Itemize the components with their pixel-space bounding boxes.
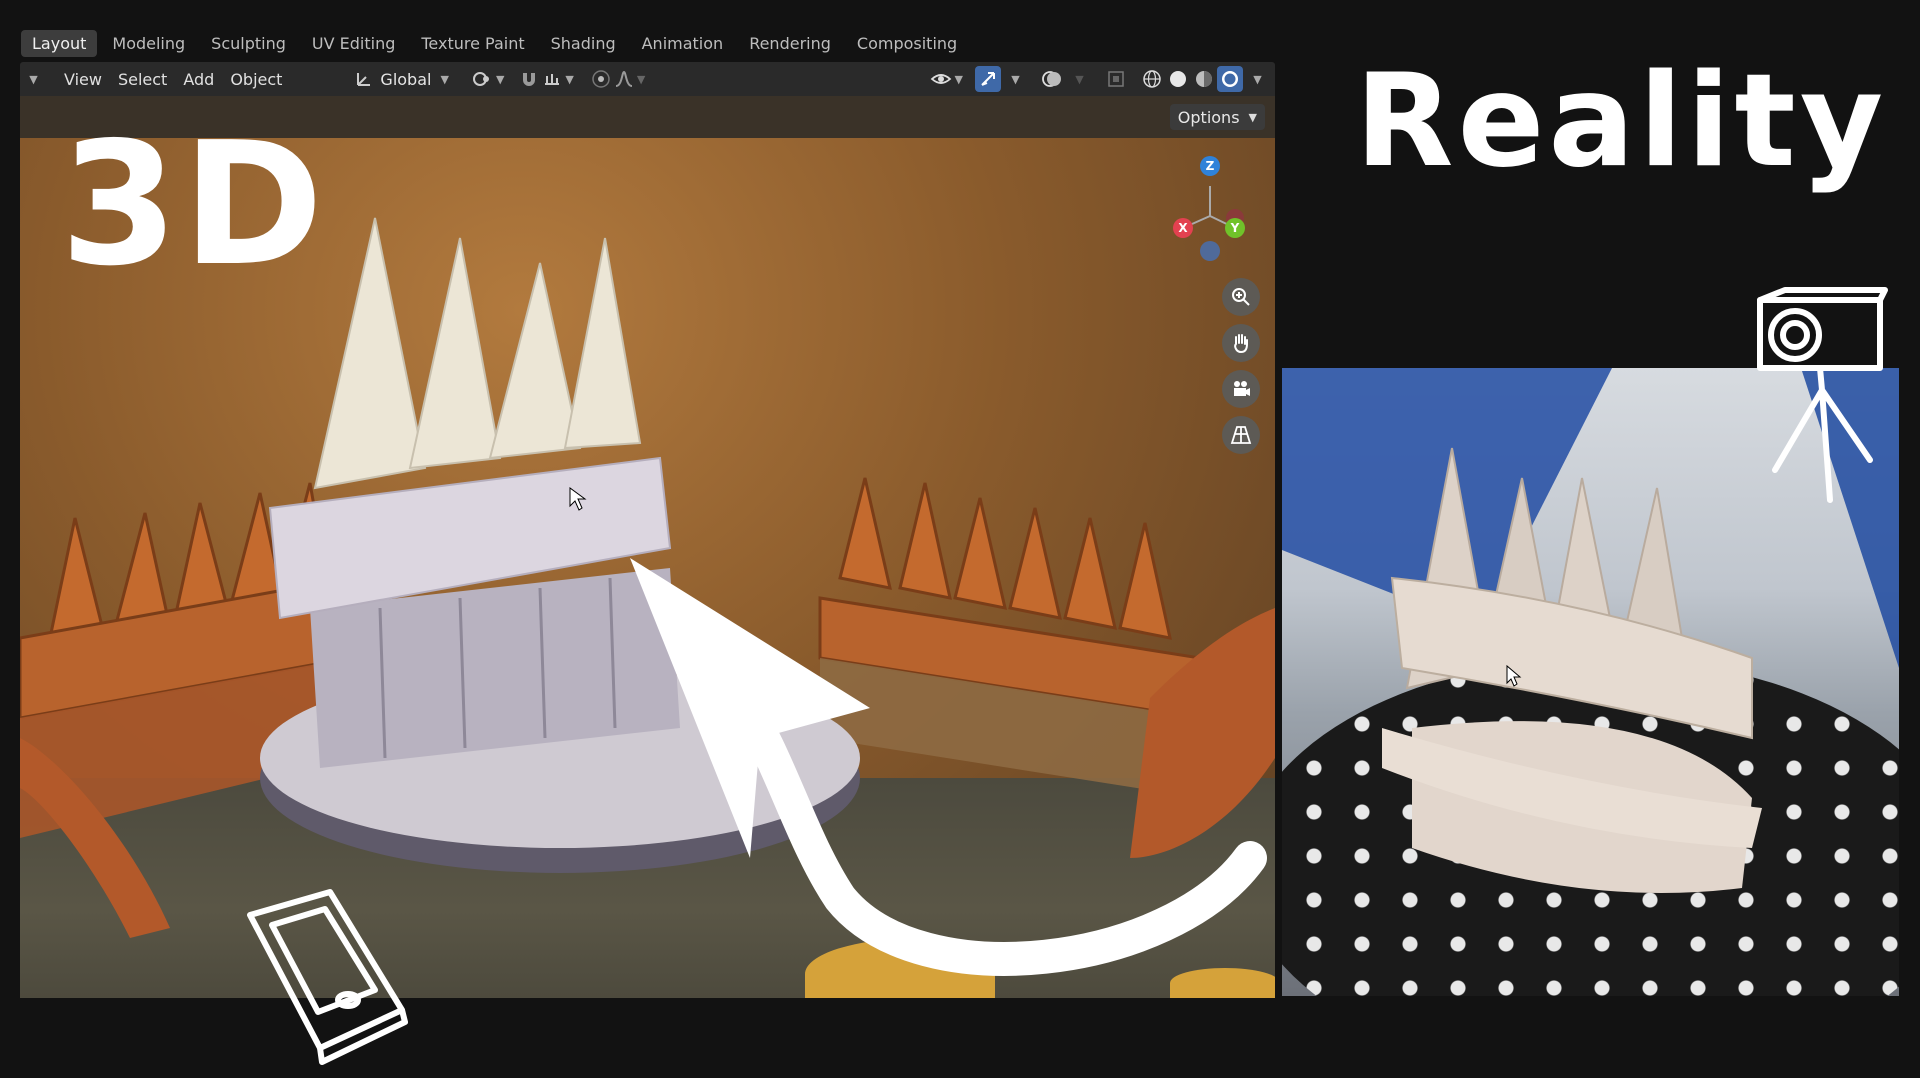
tab-rendering[interactable]: Rendering: [738, 30, 842, 57]
shading-solid-button[interactable]: [1165, 66, 1191, 92]
chevron-down-icon: ▼: [440, 72, 449, 86]
axis-x-handle[interactable]: X: [1173, 218, 1193, 238]
options-label: Options: [1177, 107, 1240, 127]
axis-y-handle[interactable]: Y: [1225, 218, 1245, 238]
orientation-label: Global: [380, 69, 432, 89]
tab-shading[interactable]: Shading: [540, 30, 627, 57]
eye-icon: [930, 74, 951, 84]
chevron-down-icon: ▼: [29, 72, 38, 86]
axis-neg-z-handle[interactable]: [1200, 241, 1220, 261]
title-reality: Reality: [1355, 47, 1888, 196]
proportional-editing-toggle[interactable]: [588, 66, 614, 92]
axis-z-handle[interactable]: Z: [1200, 156, 1220, 176]
falloff-curve-icon: [615, 70, 633, 87]
snap-increment-icon: [545, 74, 560, 85]
shading-wireframe-button[interactable]: [1139, 66, 1165, 92]
pivot-point-dropdown[interactable]: ▼: [471, 66, 504, 92]
editor-type-dropdown[interactable]: ▼: [22, 66, 42, 92]
workspace-tabs: Layout Modeling Sculpting UV Editing Tex…: [21, 28, 968, 58]
show-overlays-toggle[interactable]: [1039, 66, 1065, 92]
tab-texture-paint[interactable]: Texture Paint: [410, 30, 535, 57]
menu-view[interactable]: View: [56, 67, 110, 92]
tab-layout[interactable]: Layout: [21, 29, 98, 57]
tab-animation[interactable]: Animation: [631, 30, 735, 57]
transform-orientation-dropdown[interactable]: Global ▼: [348, 66, 455, 92]
shading-rendered-button[interactable]: [1217, 66, 1243, 92]
menu-add[interactable]: Add: [175, 67, 222, 92]
overlays-icon: [1042, 71, 1061, 87]
show-gizmo-toggle[interactable]: [975, 66, 1001, 92]
viewport-header: ▼ View Select Add Object Global ▼ ▼ ▼ ▼ …: [20, 62, 1275, 96]
zoom-icon: [1232, 288, 1250, 306]
chevron-down-icon: ▼: [954, 72, 963, 86]
xray-icon: [1108, 71, 1124, 87]
chevron-down-icon: ▼: [1253, 72, 1262, 86]
shading-material-button[interactable]: [1191, 66, 1217, 92]
solid-sphere-icon: [1170, 71, 1186, 87]
gizmo-icon: [981, 72, 995, 86]
proportional-edit-icon: [592, 70, 610, 88]
chevron-down-icon: ▼: [1075, 72, 1084, 86]
rendered-sphere-icon: [1222, 71, 1238, 87]
gizmo-dropdown[interactable]: ▼: [1001, 66, 1027, 92]
material-sphere-icon: [1196, 71, 1212, 87]
chevron-down-icon: ▼: [495, 72, 505, 86]
chevron-down-icon: ▼: [1011, 72, 1020, 86]
snap-toggle[interactable]: [516, 66, 542, 92]
pivot-icon: [472, 72, 489, 86]
tab-uv-editing[interactable]: UV Editing: [301, 30, 406, 57]
menu-select[interactable]: Select: [110, 67, 175, 92]
tab-modeling[interactable]: Modeling: [101, 30, 196, 57]
zoom-tool[interactable]: [1222, 278, 1260, 316]
object-visibility-dropdown[interactable]: ▼: [930, 66, 963, 92]
tab-compositing[interactable]: Compositing: [846, 30, 968, 57]
magnet-icon: [523, 73, 536, 86]
proportional-falloff-dropdown[interactable]: ▼: [614, 66, 645, 92]
navigation-gizmo[interactable]: Z X Y: [1155, 156, 1255, 266]
chevron-down-icon: ▼: [636, 72, 646, 86]
pan-tool[interactable]: [1222, 324, 1260, 362]
tab-sculpting[interactable]: Sculpting: [200, 30, 297, 57]
shading-dropdown[interactable]: ▼: [1243, 66, 1269, 92]
overlays-dropdown[interactable]: ▼: [1065, 66, 1091, 92]
camera-icon: [1234, 381, 1250, 396]
clay-fence-photo: [1382, 447, 1762, 893]
perspective-toggle[interactable]: [1222, 416, 1260, 454]
chevron-down-icon: ▼: [565, 72, 574, 86]
chevron-down-icon: ▼: [1248, 110, 1257, 124]
wireframe-sphere-icon: [1143, 70, 1161, 88]
xray-toggle[interactable]: [1103, 66, 1129, 92]
orientation-icon: [357, 73, 371, 86]
hand-icon: [1234, 334, 1248, 354]
grid-perspective-icon: [1230, 426, 1252, 444]
title-3d: 3D: [60, 106, 328, 304]
menu-object[interactable]: Object: [222, 67, 290, 92]
reality-photo: [1282, 368, 1899, 996]
options-dropdown[interactable]: Options ▼: [1169, 104, 1265, 130]
snap-target-dropdown[interactable]: ▼: [542, 66, 574, 92]
camera-view-tool[interactable]: [1222, 370, 1260, 408]
